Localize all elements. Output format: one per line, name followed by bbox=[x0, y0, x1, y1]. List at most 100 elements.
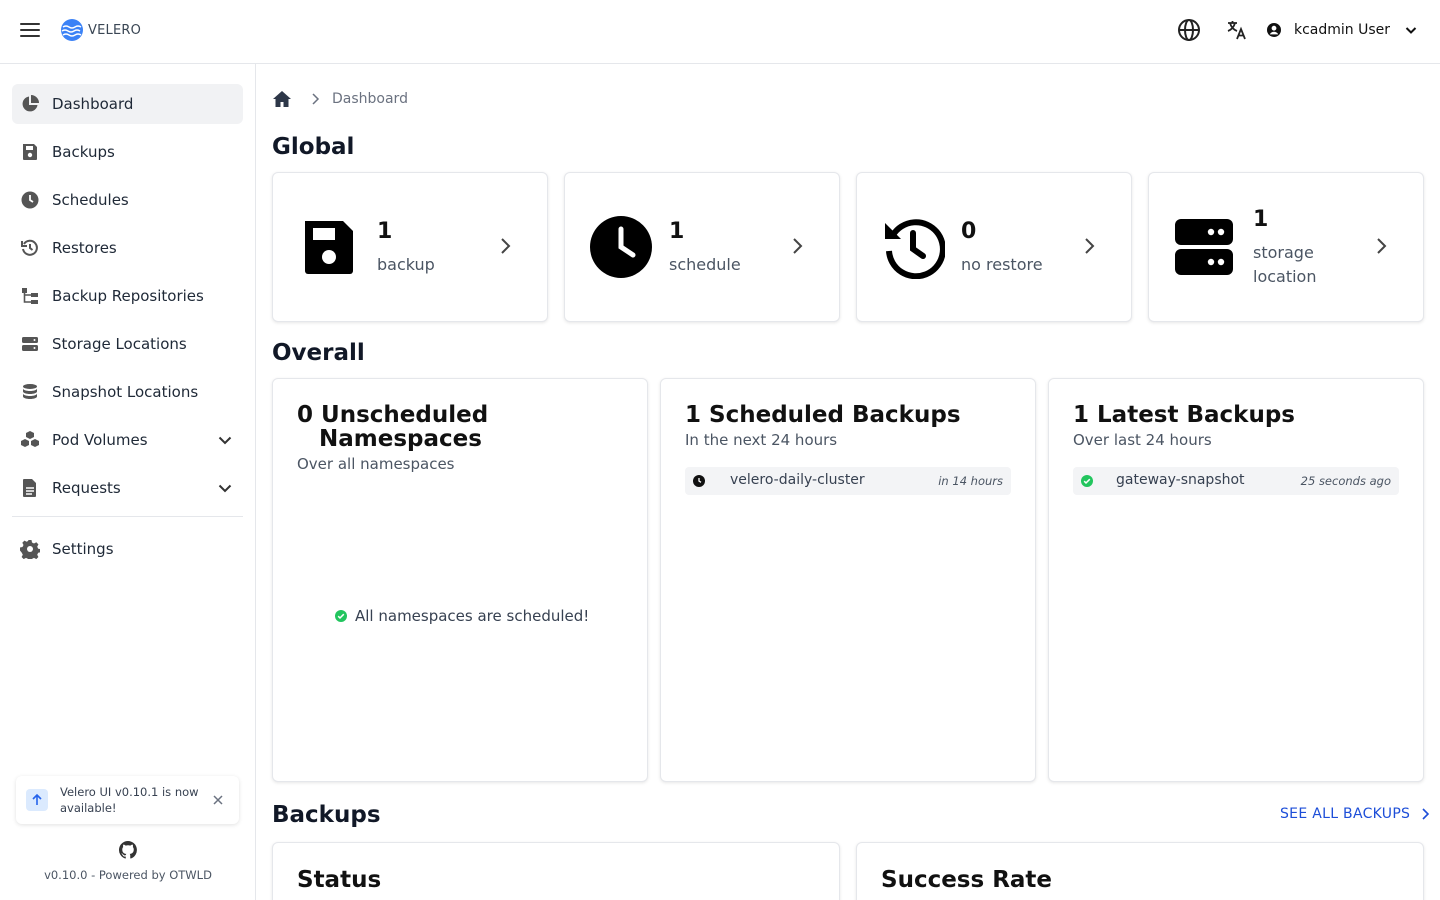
chevron-right-icon bbox=[793, 238, 803, 254]
sidebar-item-requests[interactable]: Requests bbox=[12, 468, 243, 508]
file-icon bbox=[23, 479, 36, 497]
home-icon[interactable] bbox=[272, 89, 292, 109]
chevron-down-icon bbox=[218, 436, 232, 445]
velero-logo-icon bbox=[61, 19, 83, 41]
update-notice[interactable]: Velero UI v0.10.1 is now available! bbox=[16, 776, 239, 824]
card-title-text: Latest Backups bbox=[1097, 402, 1296, 428]
stat-count: 1 bbox=[377, 219, 393, 244]
sidebar-divider bbox=[12, 516, 243, 517]
stat-label: backup bbox=[377, 255, 435, 274]
stat-count: 1 bbox=[669, 219, 685, 244]
sidebar-item-label: Snapshot Locations bbox=[52, 383, 199, 401]
card-title-text: Scheduled Backups bbox=[709, 402, 961, 428]
globe-icon[interactable] bbox=[1177, 18, 1201, 42]
sidebar-item-label: Restores bbox=[52, 239, 117, 257]
sidebar-item-settings[interactable]: Settings bbox=[12, 529, 243, 569]
sidebar-item-snapshot-locations[interactable]: Snapshot Locations bbox=[12, 372, 243, 412]
stat-card-storage-locations[interactable]: 1 storage location bbox=[1148, 172, 1424, 322]
sidebar-item-schedules[interactable]: Schedules bbox=[12, 180, 243, 220]
see-all-backups-link[interactable]: SEE ALL BACKUPS bbox=[1280, 806, 1432, 822]
sidebar-item-label: Dashboard bbox=[52, 95, 134, 113]
card-title: 1 Scheduled Backups bbox=[685, 403, 961, 427]
card-count: 1 bbox=[685, 402, 702, 428]
history-icon bbox=[21, 239, 38, 256]
unscheduled-namespaces-card: 0 Unscheduled Namespaces Over all namesp… bbox=[272, 378, 648, 782]
card-title: 1 Latest Backups bbox=[1073, 403, 1295, 427]
sidebar-item-storage-locations[interactable]: Storage Locations bbox=[12, 324, 243, 364]
sidebar-item-label: Requests bbox=[52, 479, 121, 497]
sidebar-item-backups[interactable]: Backups bbox=[12, 132, 243, 172]
github-icon[interactable] bbox=[118, 840, 138, 860]
chevron-right-icon bbox=[1085, 238, 1095, 254]
database-icon bbox=[23, 384, 37, 399]
user-name: kcadmin User bbox=[1294, 22, 1391, 38]
check-circle-icon bbox=[1081, 475, 1093, 487]
schedule-time: in 14 hours bbox=[938, 474, 1003, 488]
chevron-right-icon bbox=[1377, 238, 1387, 254]
card-title: Status bbox=[297, 867, 382, 893]
breadcrumb: Dashboard bbox=[272, 88, 408, 110]
sidebar: Dashboard Backups Schedules Restores Bac… bbox=[0, 64, 256, 900]
stat-card-backups[interactable]: 1 backup bbox=[272, 172, 548, 322]
logo-text: VELERO bbox=[88, 22, 142, 38]
section-title-overall: Overall bbox=[272, 340, 365, 366]
arrow-up-icon bbox=[26, 789, 48, 811]
stat-label: storage location bbox=[1253, 243, 1317, 286]
backup-name: gateway-snapshot bbox=[1116, 472, 1245, 488]
all-scheduled-message: All namespaces are scheduled! bbox=[335, 607, 589, 625]
card-subtitle: Over last 24 hours bbox=[1073, 431, 1212, 449]
breadcrumb-current: Dashboard bbox=[332, 91, 408, 107]
clock-icon bbox=[590, 216, 652, 278]
card-subtitle: Over all namespaces bbox=[297, 455, 455, 473]
chevron-right-icon bbox=[1422, 808, 1430, 820]
stat-label: schedule bbox=[669, 255, 741, 274]
server-icon bbox=[22, 337, 38, 351]
card-title-line1: Unscheduled bbox=[321, 402, 489, 428]
stat-count: 0 bbox=[961, 219, 977, 244]
card-title: Success Rate bbox=[881, 867, 1053, 893]
card-subtitle: In the next 24 hours bbox=[685, 431, 838, 449]
message-text: All namespaces are scheduled! bbox=[355, 607, 590, 625]
history-icon bbox=[885, 219, 945, 279]
sidebar-item-restores[interactable]: Restores bbox=[12, 228, 243, 268]
list-item[interactable]: gateway-snapshot 25 seconds ago bbox=[1073, 467, 1399, 495]
card-count: 0 bbox=[297, 402, 314, 428]
sidebar-item-label: Backups bbox=[52, 143, 115, 161]
main-content: Dashboard Global 1 backup 1 schedule 0 n… bbox=[256, 64, 1440, 900]
clock-icon bbox=[693, 475, 705, 487]
close-icon[interactable] bbox=[211, 793, 225, 807]
sidebar-item-backup-repositories[interactable]: Backup Repositories bbox=[12, 276, 243, 316]
gear-icon bbox=[20, 540, 40, 559]
latest-backups-card: 1 Latest Backups Over last 24 hours gate… bbox=[1048, 378, 1424, 782]
sidebar-item-pod-volumes[interactable]: Pod Volumes bbox=[12, 420, 243, 460]
section-title-backups: Backups bbox=[272, 802, 381, 828]
floppy-disk-icon bbox=[305, 221, 353, 274]
chevron-down-icon bbox=[1405, 27, 1417, 34]
sidebar-item-label: Storage Locations bbox=[52, 335, 187, 353]
backup-time: 25 seconds ago bbox=[1300, 474, 1391, 488]
see-all-label: SEE ALL BACKUPS bbox=[1280, 806, 1411, 822]
logo[interactable]: VELERO bbox=[60, 18, 141, 42]
sidebar-item-label: Pod Volumes bbox=[52, 431, 148, 449]
list-item[interactable]: velero-daily-cluster in 14 hours bbox=[685, 467, 1011, 495]
sidebar-item-dashboard[interactable]: Dashboard bbox=[12, 84, 243, 124]
chart-pie-icon bbox=[22, 95, 39, 112]
chevron-right-icon bbox=[501, 238, 511, 254]
sidebar-item-label: Settings bbox=[52, 540, 114, 558]
translate-icon[interactable] bbox=[1225, 18, 1249, 42]
floppy-disk-icon bbox=[23, 144, 37, 160]
server-icon bbox=[1175, 219, 1233, 275]
stat-card-restores[interactable]: 0 no restore bbox=[856, 172, 1132, 322]
card-title: 0 Unscheduled Namespaces bbox=[297, 403, 488, 451]
stat-card-schedules[interactable]: 1 schedule bbox=[564, 172, 840, 322]
chevron-down-icon bbox=[218, 484, 232, 493]
scheduled-backups-card: 1 Scheduled Backups In the next 24 hours… bbox=[660, 378, 1036, 782]
stat-label: no restore bbox=[961, 255, 1043, 274]
chevron-right-icon bbox=[312, 93, 320, 105]
card-count: 1 bbox=[1073, 402, 1090, 428]
menu-icon[interactable] bbox=[20, 20, 40, 40]
stat-count: 1 bbox=[1253, 207, 1269, 232]
cubes-icon bbox=[21, 431, 39, 447]
user-menu[interactable]: kcadmin User bbox=[1266, 18, 1418, 42]
section-title-global: Global bbox=[272, 134, 355, 160]
